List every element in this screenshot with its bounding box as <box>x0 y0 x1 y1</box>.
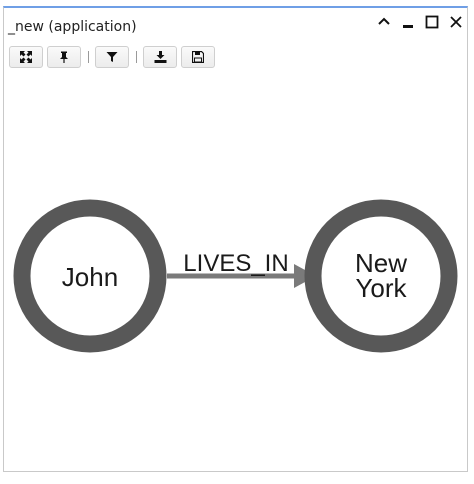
toolbar-separator <box>88 51 89 63</box>
toolbar-separator <box>136 51 137 63</box>
fit-view-icon <box>20 51 32 63</box>
filter-icon <box>106 52 118 62</box>
download-button[interactable] <box>143 46 177 68</box>
node-label: John <box>62 262 118 292</box>
edge-label: LIVES_IN <box>183 250 288 277</box>
chevron-up-icon <box>378 17 390 25</box>
minimize-icon <box>403 25 413 28</box>
pin-icon <box>60 51 68 63</box>
pin-button[interactable] <box>47 46 81 68</box>
graph-canvas[interactable]: LIVES_IN John New York <box>0 80 474 470</box>
node-label-line-2: York <box>355 273 407 303</box>
node-john[interactable]: John <box>13 199 167 353</box>
download-icon <box>154 51 166 63</box>
save-button[interactable] <box>181 46 215 68</box>
maximize-icon <box>425 15 439 29</box>
close-icon <box>450 16 462 28</box>
save-icon <box>192 51 204 63</box>
maximize-button[interactable] <box>422 12 442 32</box>
node-new-york[interactable]: New York <box>304 199 458 353</box>
edge-lives-in[interactable]: LIVES_IN <box>167 250 316 288</box>
close-button[interactable] <box>446 12 466 32</box>
graph-toolbar <box>9 46 219 68</box>
fit-view-button[interactable] <box>9 46 43 68</box>
filter-button[interactable] <box>95 46 129 68</box>
minimize-button[interactable] <box>398 12 418 32</box>
collapse-button[interactable] <box>374 12 394 32</box>
window-controls <box>374 12 466 32</box>
window-title: _new (application) <box>8 19 137 35</box>
